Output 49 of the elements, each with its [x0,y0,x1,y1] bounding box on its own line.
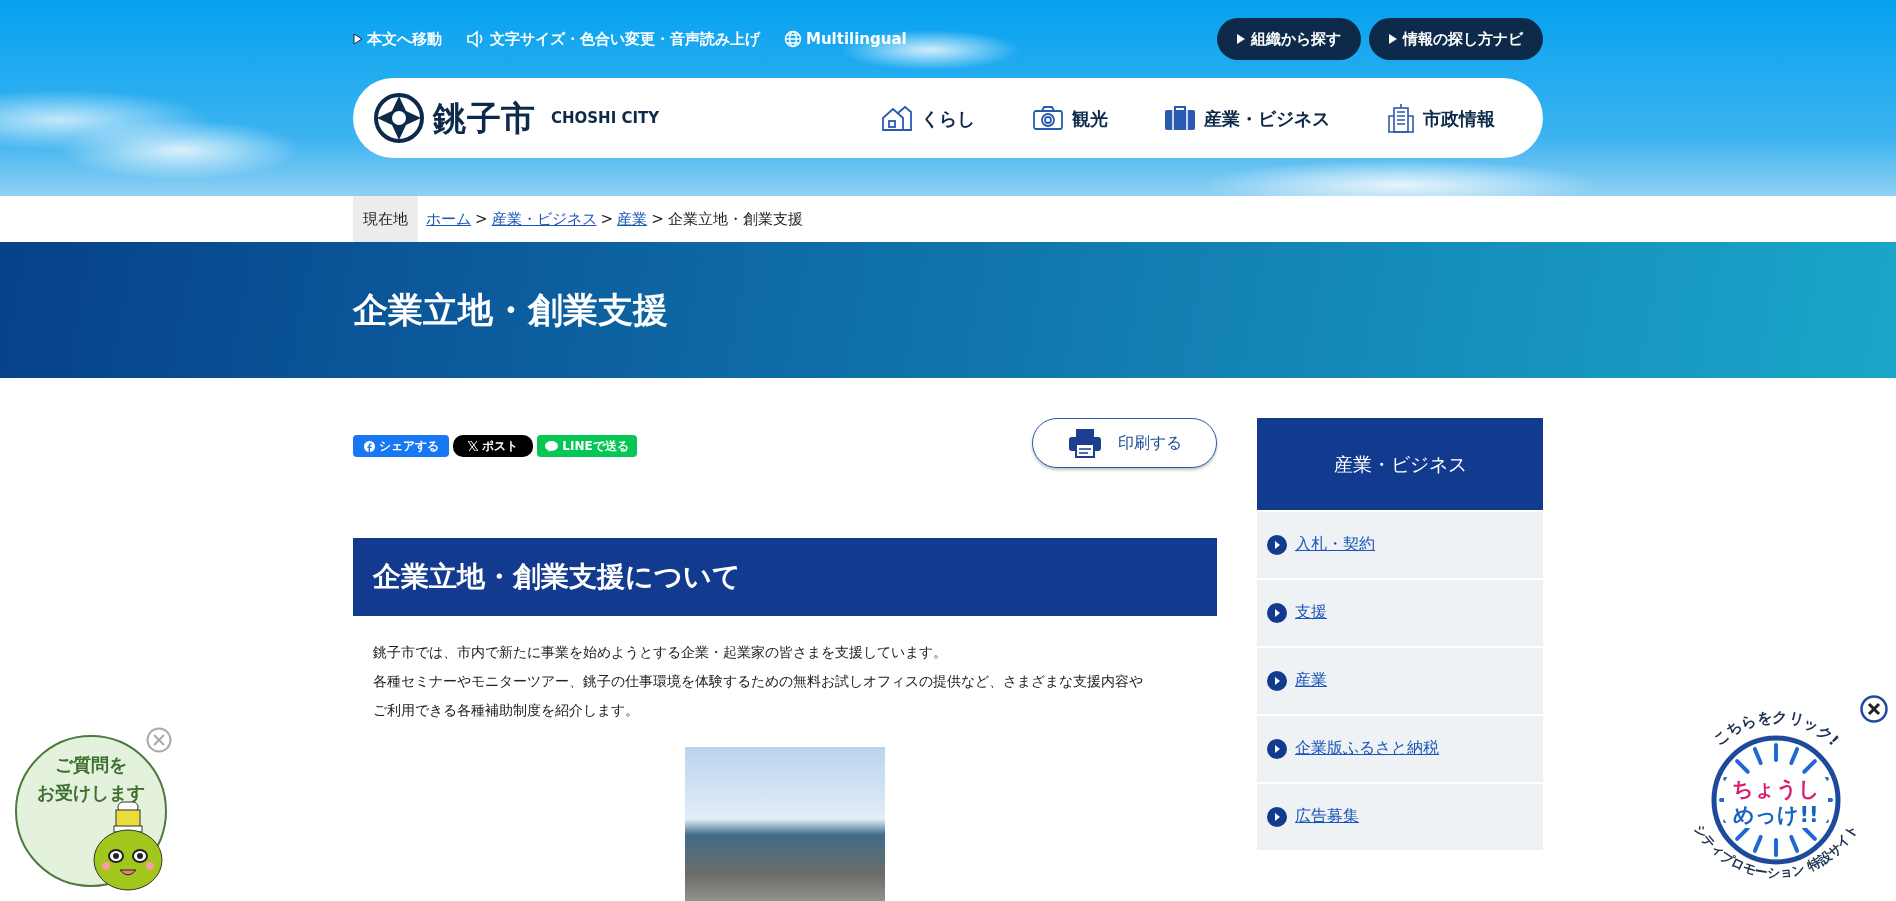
circle-play-icon [1267,603,1287,623]
section-heading: 企業立地・創業支援について [353,538,1217,616]
circle-play-icon [1267,739,1287,759]
close-icon[interactable] [1860,695,1888,723]
logo-subtitle: CHOSHI CITY [551,107,660,129]
breadcrumb-label: 現在地 [353,196,418,242]
nav-button[interactable]: 情報の探し方ナビ [1369,17,1543,61]
sidebar-link[interactable]: 入札・契約 [1295,533,1375,557]
breadcrumb-current: 企業立地・創業支援 [667,208,803,230]
breadcrumb-separator: > [600,208,614,230]
triangle-icon [353,33,363,45]
breadcrumb-link[interactable]: 産業・ビジネス [491,207,597,231]
nav-link[interactable]: 市政情報 [1386,103,1495,133]
sidebar-title: 産業・ビジネス [1257,418,1543,510]
nav-link[interactable]: 観光 [1031,104,1108,132]
chat-label: ご質問を お受けします [36,753,146,805]
circle-play-icon [1267,671,1287,691]
breadcrumb-link[interactable]: ホーム [426,207,471,231]
sidebar-link[interactable]: 支援 [1295,601,1327,625]
sidebar-link[interactable]: 広告募集 [1295,805,1359,829]
page-title: 企業立地・創業支援 [353,289,669,331]
speech-bubble-icon [545,440,559,452]
print-button[interactable]: 印刷する [1032,418,1217,468]
globe-icon [784,30,802,48]
printer-icon [1067,428,1102,458]
briefcase-icon [1164,105,1197,131]
x-logo-icon [468,441,478,451]
breadcrumb-separator: > [651,208,664,230]
sidebar-link[interactable]: 企業版ふるさと納税 [1295,737,1439,761]
intro-paragraph: 銚子市では、市内で新たに事業を始めようとする企業・起業家の皆さまを支援しています。 各種セミナーやモニターツアー、銚子の仕事環境を体験するための無料お試しオフィスの提供など、さまざまな支援内容や ご利用できる各種補助制度を紹介します。 [372,642,1144,720]
circle-play-icon [1267,807,1287,827]
sidebar-link[interactable]: 産業 [1295,669,1327,693]
share-button[interactable]: シェアする [353,435,449,457]
nav-button[interactable]: 組織から探す [1217,17,1361,61]
city-emblem-icon [373,92,425,144]
facebook-icon [363,440,375,452]
breadcrumb-separator: > [475,208,488,230]
breadcrumb-link[interactable]: 産業 [617,207,648,231]
logo-title[interactable]: 銚子市 [433,92,535,144]
camera-icon [1031,105,1064,131]
triangle-icon [1389,34,1397,45]
building-icon [1386,103,1415,133]
promo-badge[interactable]: こちらをクリック! ちょうし めっけ!! シティプロモーション 特設サイト [1676,690,1876,895]
nav-link[interactable]: くらし [881,104,976,132]
nav-link[interactable]: 産業・ビジネス [1164,104,1331,132]
house-icon [881,104,914,132]
triangle-icon [1237,34,1245,45]
share-button[interactable]: ポスト [453,435,533,457]
circle-play-icon [1267,535,1287,555]
